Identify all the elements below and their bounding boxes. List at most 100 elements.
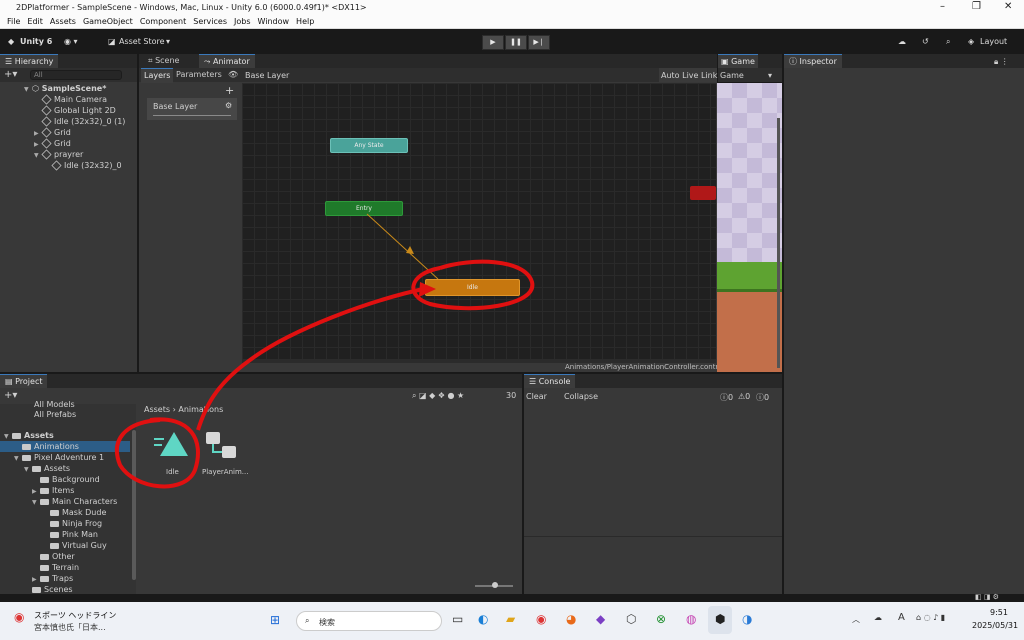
- task-view-icon[interactable]: ▭: [452, 612, 463, 626]
- breadcrumb-leaf[interactable]: Animations: [178, 405, 223, 414]
- copilot-icon[interactable]: ◍: [686, 612, 696, 626]
- list-item[interactable]: ▶ Grid: [34, 138, 71, 149]
- clear-button[interactable]: Clear: [526, 392, 547, 401]
- state-idle[interactable]: Idle: [425, 279, 520, 296]
- list-item[interactable]: All Prefabs: [34, 410, 76, 419]
- windows-start-icon[interactable]: ⊞: [270, 613, 280, 627]
- file-explorer-icon[interactable]: ▰: [506, 612, 515, 626]
- gear-icon[interactable]: ⚙: [225, 101, 232, 110]
- list-item[interactable]: Main Camera: [41, 94, 107, 105]
- list-item[interactable]: Other: [40, 552, 75, 561]
- menu-component[interactable]: Component: [140, 17, 186, 26]
- list-item[interactable]: Mask Dude: [50, 508, 106, 517]
- unity-hub-icon[interactable]: ⬡: [626, 612, 636, 626]
- step-button[interactable]: ▶❘: [528, 35, 550, 50]
- list-item[interactable]: Background: [40, 475, 100, 484]
- edge-icon[interactable]: ◐: [478, 612, 488, 626]
- visual-studio-icon[interactable]: ◆: [596, 612, 605, 626]
- warning-count[interactable]: ⚠0: [738, 392, 750, 401]
- asset-store-button[interactable]: Asset Store: [119, 37, 165, 46]
- search-icon[interactable]: ⌕: [946, 37, 950, 47]
- display-dropdown[interactable]: Game: [720, 71, 744, 80]
- list-item[interactable]: Animations: [22, 442, 79, 451]
- list-item[interactable]: Pink Man: [50, 530, 98, 539]
- asset-idle[interactable]: [154, 430, 190, 466]
- news-icon[interactable]: ◉: [14, 610, 24, 624]
- tab-parameters[interactable]: Parameters: [173, 68, 225, 82]
- state-exit[interactable]: [690, 186, 716, 200]
- eye-icon[interactable]: 👁: [225, 68, 241, 82]
- maximize-icon[interactable]: ❐: [972, 1, 981, 12]
- list-item[interactable]: ▼ Pixel Adventure 1: [14, 453, 104, 462]
- list-item[interactable]: Idle (32x32)_0: [51, 160, 122, 171]
- game-scrollbar[interactable]: [777, 118, 780, 368]
- history-icon[interactable]: ↺: [922, 37, 929, 46]
- error-count[interactable]: ⓘ0: [756, 392, 769, 403]
- breadcrumb[interactable]: Base Layer: [245, 71, 289, 80]
- news-title[interactable]: スポーツ ヘッドライン: [34, 610, 116, 621]
- tab-game[interactable]: ▣ Game: [718, 54, 758, 69]
- pause-button[interactable]: ❚❚: [505, 35, 527, 50]
- add-layer-icon[interactable]: +: [225, 84, 234, 97]
- clock-date[interactable]: 2025/05/31: [972, 621, 1018, 630]
- asset-animator-controller[interactable]: [204, 430, 240, 464]
- layout-dropdown[interactable]: Layout: [980, 37, 1007, 46]
- project-search-icons[interactable]: ⌕ ◪ ◆ ❖ ● ★: [412, 391, 464, 401]
- breadcrumb-root[interactable]: Assets: [144, 405, 170, 414]
- tree-scrollbar[interactable]: [132, 430, 136, 580]
- cloud-icon[interactable]: ☁: [874, 613, 882, 622]
- list-item[interactable]: ▼ Assets: [4, 431, 54, 440]
- browser-icon[interactable]: ◑: [742, 612, 752, 626]
- animator-graph[interactable]: Any State Entry Idle: [242, 83, 716, 363]
- info-count[interactable]: ⓘ0: [720, 392, 733, 403]
- tab-console[interactable]: ☰ Console: [524, 374, 576, 389]
- firefox-icon[interactable]: ◕: [566, 612, 576, 626]
- list-item[interactable]: ▶ Items: [32, 486, 74, 495]
- tab-scene[interactable]: ⌗ Scene: [143, 54, 184, 68]
- list-item[interactable]: ▼ prayrer: [34, 149, 83, 160]
- ime-indicator[interactable]: A: [898, 612, 905, 623]
- xbox-icon[interactable]: ⊗: [656, 612, 666, 626]
- layers-icon[interactable]: ◈: [968, 37, 974, 46]
- menu-assets[interactable]: Assets: [50, 17, 76, 26]
- play-button[interactable]: ▶: [482, 35, 504, 50]
- list-item[interactable]: ▼ Main Characters: [32, 497, 117, 506]
- tab-hierarchy[interactable]: ☰ Hierarchy: [0, 54, 59, 69]
- zoom-slider-handle[interactable]: [492, 582, 498, 588]
- status-icons[interactable]: ◧ ◨ ⚙: [975, 593, 999, 601]
- list-item[interactable]: Virtual Guy: [50, 541, 107, 550]
- list-item[interactable]: ▼ Assets: [24, 464, 70, 473]
- layer-item[interactable]: Base Layer ⚙: [147, 98, 237, 120]
- menu-services[interactable]: Services: [193, 17, 227, 26]
- chrome-icon[interactable]: ◉: [536, 612, 546, 626]
- auto-live-link-button[interactable]: Auto Live Link: [659, 68, 717, 82]
- minimize-icon[interactable]: –: [940, 1, 945, 12]
- menu-help[interactable]: Help: [296, 17, 314, 26]
- add-icon[interactable]: +▾: [4, 390, 17, 401]
- tab-project[interactable]: ▤ Project: [0, 374, 48, 389]
- menu-gameobject[interactable]: GameObject: [83, 17, 133, 26]
- tab-layers[interactable]: Layers: [141, 68, 174, 83]
- list-item[interactable]: Idle (32x32)_0 (1): [41, 116, 125, 127]
- chevron-up-icon[interactable]: ︿: [852, 614, 860, 625]
- lock-icon[interactable]: 🔒︎ ⋮: [994, 57, 1009, 67]
- list-item[interactable]: Global Light 2D: [41, 105, 116, 116]
- menu-file[interactable]: File: [7, 17, 20, 26]
- menu-window[interactable]: Window: [258, 17, 290, 26]
- list-item[interactable]: ▶ Traps: [32, 574, 73, 583]
- list-item[interactable]: Scenes: [32, 585, 73, 594]
- system-tray-icons[interactable]: ⌂ ◌ ♪ ▮: [916, 613, 945, 622]
- taskbar-search-input[interactable]: ⌕ 検索: [296, 611, 442, 631]
- hierarchy-search-input[interactable]: All: [30, 70, 122, 80]
- unity-editor-taskbar-button[interactable]: ⬢: [708, 606, 732, 634]
- scene-root[interactable]: ▼ ⬡ SampleScene*: [24, 84, 106, 93]
- account-icon[interactable]: ◉ ▾: [64, 37, 78, 46]
- tab-inspector[interactable]: ⓘ Inspector: [784, 54, 842, 69]
- unity-account-label[interactable]: Unity 6: [20, 37, 52, 46]
- clock-time[interactable]: 9:51: [990, 608, 1008, 617]
- close-icon[interactable]: ✕: [1004, 1, 1012, 12]
- list-item[interactable]: All Models: [34, 400, 75, 409]
- list-item[interactable]: Ninja Frog: [50, 519, 102, 528]
- add-icon[interactable]: +▾: [4, 69, 17, 80]
- cloud-icon[interactable]: ☁: [898, 37, 906, 46]
